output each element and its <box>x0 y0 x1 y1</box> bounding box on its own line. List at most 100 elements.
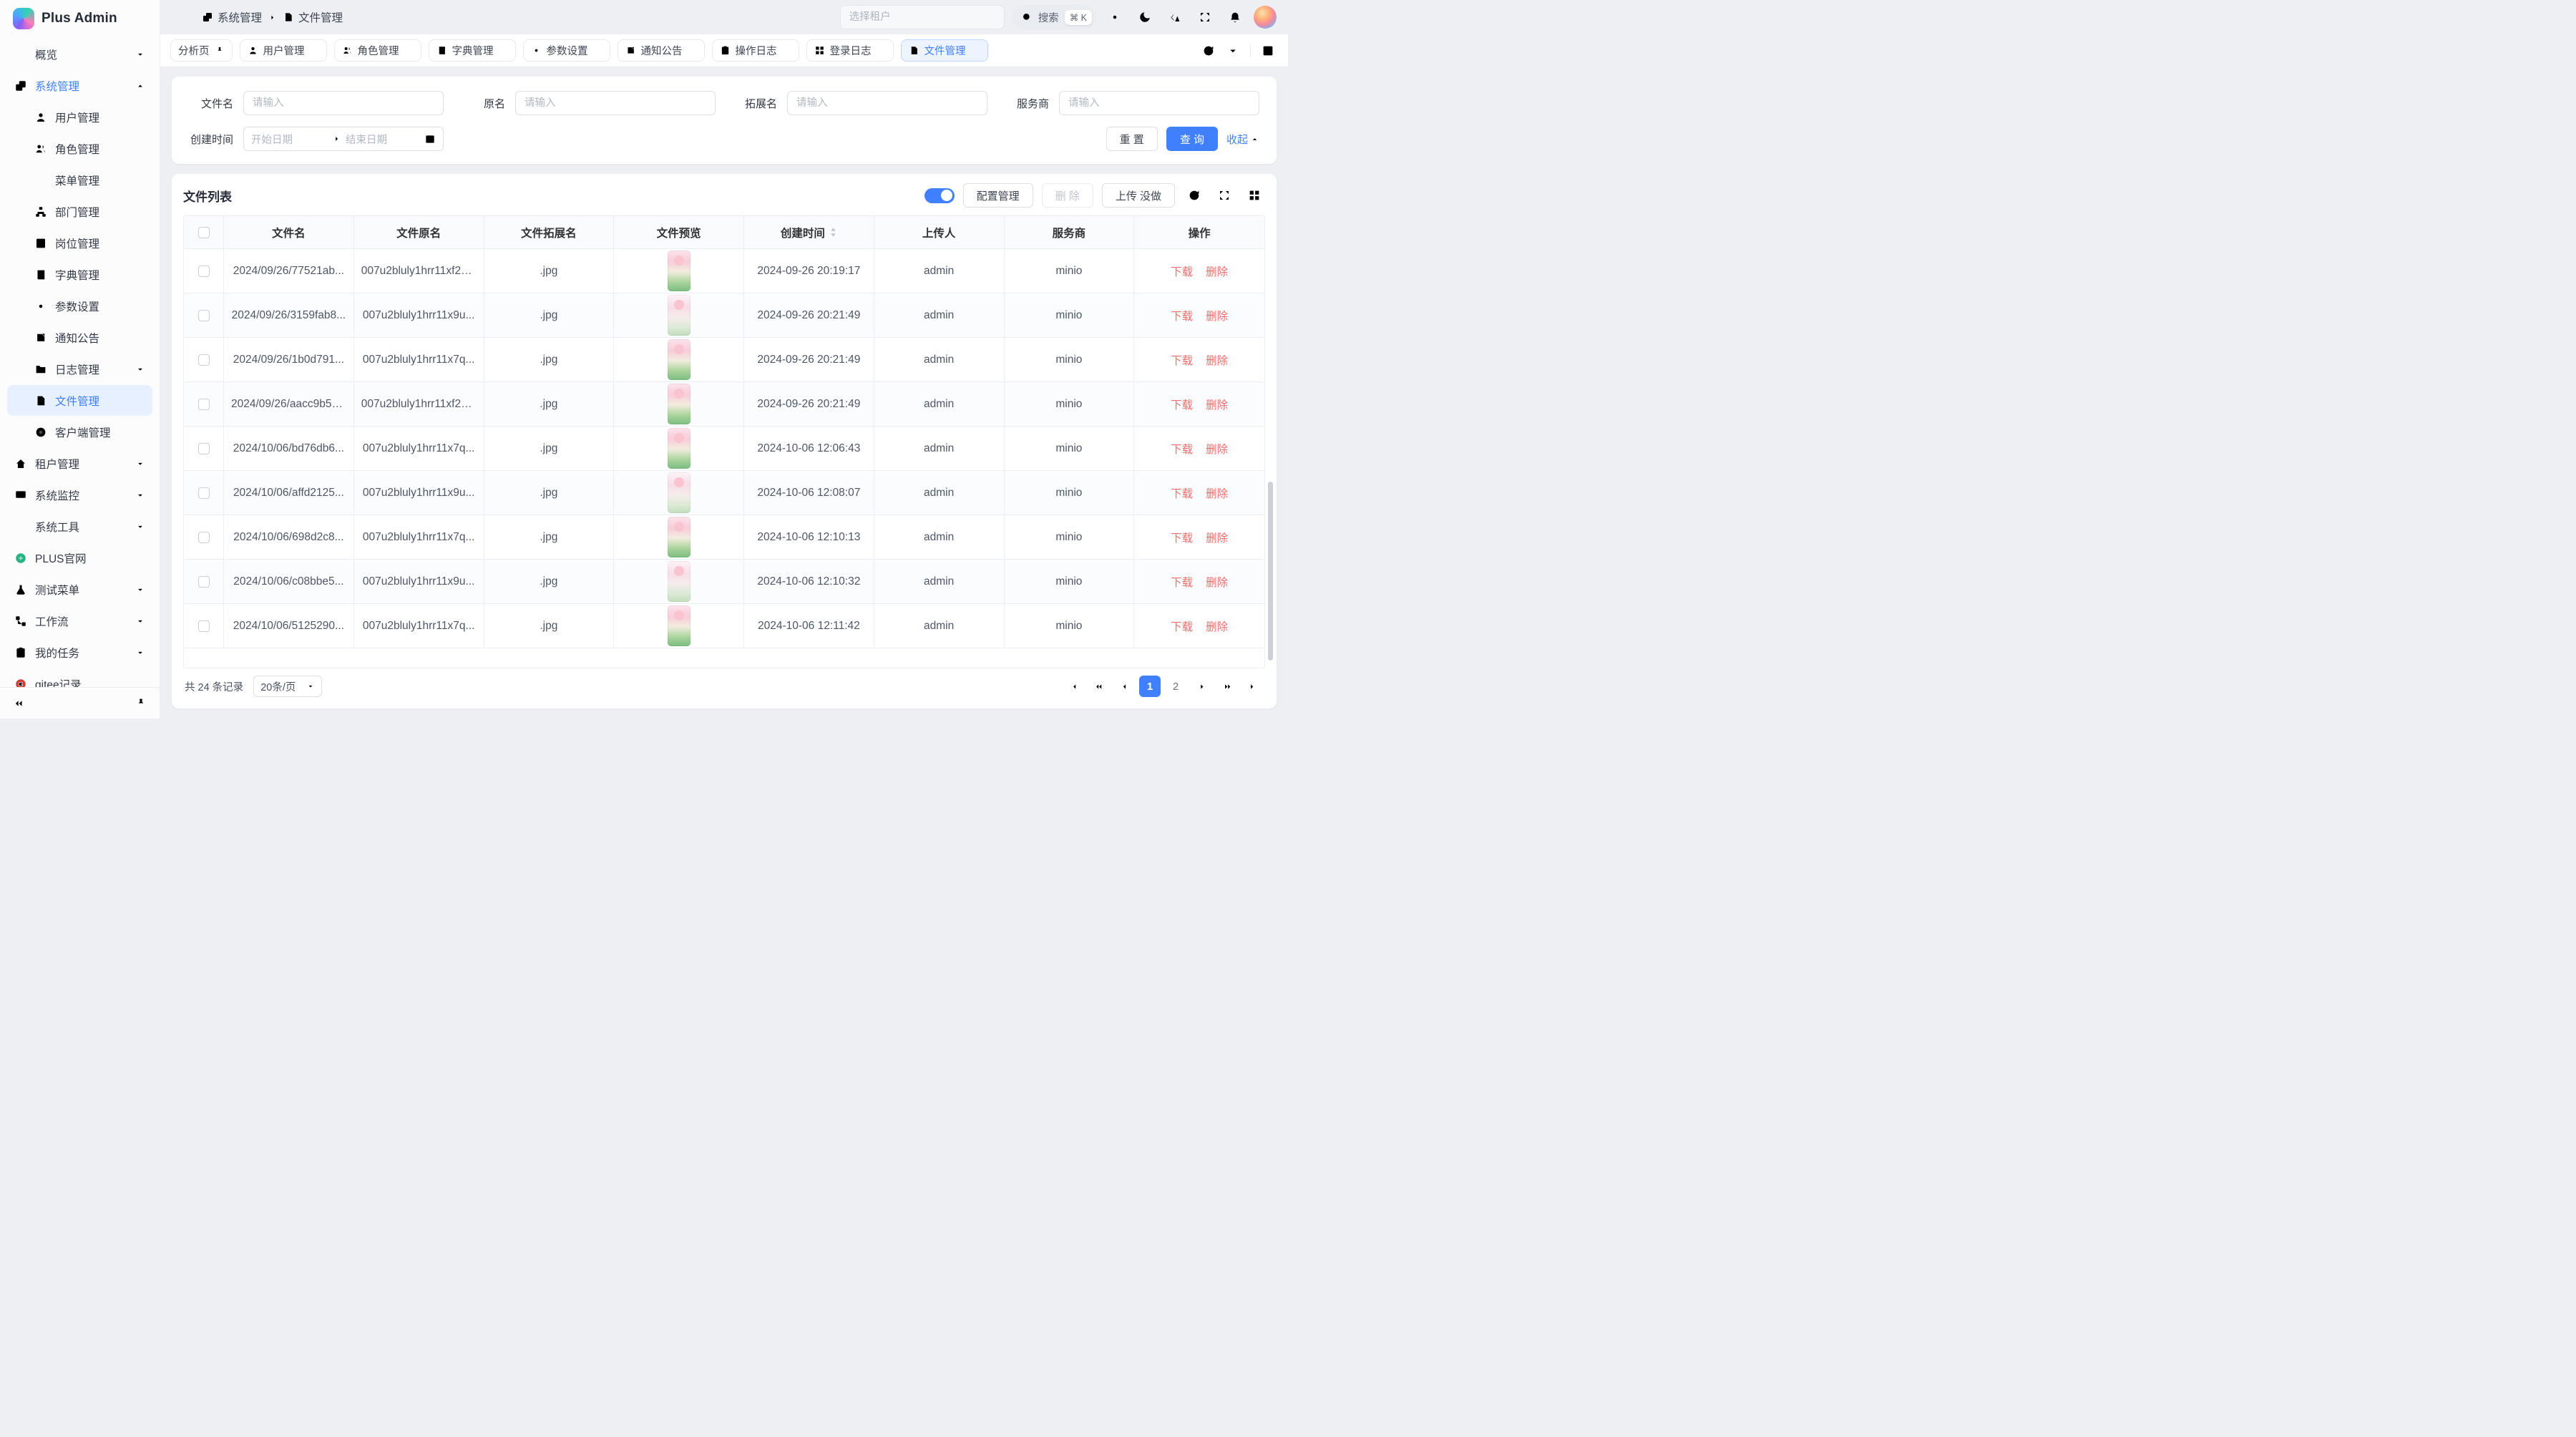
table-row[interactable]: 2024/10/06/bd76db6... 007u2bluly1hrr11x7… <box>184 427 1264 471</box>
row-checkbox[interactable] <box>198 620 210 632</box>
file-preview-thumbnail[interactable] <box>668 561 691 602</box>
toggle-menu-button[interactable] <box>172 6 195 29</box>
config-management-button[interactable]: 配置管理 <box>963 183 1033 208</box>
tab-close-icon[interactable] <box>782 46 791 55</box>
tab-close-icon[interactable] <box>593 46 602 55</box>
language-button[interactable] <box>1163 6 1186 29</box>
delete-link[interactable]: 删除 <box>1206 618 1228 634</box>
table-header-cell[interactable]: 上传人 <box>874 216 1005 248</box>
download-link[interactable]: 下载 <box>1171 618 1193 634</box>
table-row[interactable]: 2024/09/26/3159fab8... 007u2bluly1hrr11x… <box>184 293 1264 338</box>
download-link[interactable]: 下载 <box>1171 530 1193 545</box>
table-row[interactable]: 2024/10/06/5125290... 007u2bluly1hrr11x7… <box>184 604 1264 648</box>
last-page-button[interactable] <box>1242 676 1264 697</box>
row-checkbox[interactable] <box>198 399 210 410</box>
download-link[interactable]: 下载 <box>1171 263 1193 279</box>
download-link[interactable]: 下载 <box>1171 352 1193 368</box>
row-checkbox[interactable] <box>198 266 210 277</box>
tab-options-button[interactable] <box>1221 39 1244 62</box>
table-row[interactable]: 2024/10/06/698d2c8... 007u2bluly1hrr11x7… <box>184 515 1264 560</box>
collapse-filters-link[interactable]: 收起 <box>1226 132 1259 147</box>
column-settings-button[interactable] <box>1244 185 1265 206</box>
sidebar-item[interactable]: 用户管理 <box>7 102 152 132</box>
delete-link[interactable]: 删除 <box>1206 396 1228 412</box>
tab[interactable]: 用户管理 <box>240 39 327 62</box>
prev-page-button[interactable] <box>1113 676 1135 697</box>
collapse-sidebar-button[interactable] <box>7 692 30 715</box>
tab[interactable]: 操作日志 <box>712 39 799 62</box>
date-range-picker[interactable]: 开始日期 结束日期 <box>243 127 444 151</box>
delete-link[interactable]: 删除 <box>1206 485 1228 501</box>
layout-panel-button[interactable] <box>1257 39 1279 62</box>
table-header-cell[interactable]: 操作 <box>1134 216 1264 248</box>
filter-input[interactable] <box>1059 91 1259 115</box>
sidebar-item[interactable]: 角色管理 <box>7 133 152 164</box>
table-header-cell[interactable]: 文件原名 <box>354 216 484 248</box>
delete-link[interactable]: 删除 <box>1206 308 1228 323</box>
sidebar-item[interactable]: 客户端管理 <box>7 417 152 447</box>
tab-close-icon[interactable] <box>688 46 697 55</box>
sidebar-item[interactable]: 租户管理 <box>7 448 152 479</box>
tab-close-icon[interactable] <box>499 46 508 55</box>
sidebar-item[interactable]: 日志管理 <box>7 354 152 384</box>
sidebar-item[interactable]: 岗位管理 <box>7 228 152 258</box>
dark-mode-button[interactable] <box>1133 6 1156 29</box>
file-preview-thumbnail[interactable] <box>668 295 691 336</box>
first-page-button[interactable] <box>1062 676 1083 697</box>
query-button[interactable]: 查 询 <box>1166 127 1218 151</box>
file-preview-thumbnail[interactable] <box>668 384 691 424</box>
tab-close-icon[interactable] <box>877 46 886 55</box>
sidebar-item[interactable]: 字典管理 <box>7 259 152 290</box>
delete-link[interactable]: 删除 <box>1206 530 1228 545</box>
sidebar-item[interactable]: 工作流 <box>7 605 152 636</box>
delete-link[interactable]: 删除 <box>1206 441 1228 457</box>
download-link[interactable]: 下载 <box>1171 485 1193 501</box>
page-number-button[interactable]: 1 <box>1139 676 1161 697</box>
row-checkbox[interactable] <box>198 487 210 499</box>
sidebar-item[interactable]: 系统工具 <box>7 511 152 542</box>
page-size-select[interactable]: 20条/页 <box>253 676 322 697</box>
select-all-checkbox[interactable] <box>198 227 210 238</box>
tab-pin-icon[interactable] <box>215 46 225 56</box>
user-avatar[interactable] <box>1254 6 1277 29</box>
filter-input[interactable] <box>787 91 987 115</box>
delete-button[interactable]: 删 除 <box>1042 183 1093 208</box>
sidebar-item[interactable]: 文件管理 <box>7 385 152 416</box>
table-header-cell[interactable]: 创建时间 <box>744 216 874 248</box>
file-preview-thumbnail[interactable] <box>668 428 691 469</box>
download-link[interactable]: 下载 <box>1171 396 1193 412</box>
tab-close-icon[interactable] <box>971 46 980 55</box>
sidebar-item[interactable]: 系统管理 <box>7 70 152 101</box>
file-preview-thumbnail[interactable] <box>668 472 691 513</box>
tab[interactable]: 字典管理 <box>429 39 516 62</box>
table-fullscreen-button[interactable] <box>1214 185 1235 206</box>
tab[interactable]: 参数设置 <box>523 39 610 62</box>
row-checkbox[interactable] <box>198 354 210 366</box>
tab[interactable]: 分析页 <box>170 39 233 62</box>
filter-input[interactable] <box>515 91 716 115</box>
delete-link[interactable]: 删除 <box>1206 263 1228 279</box>
filter-input[interactable] <box>243 91 444 115</box>
table-header-cell[interactable]: 文件拓展名 <box>484 216 615 248</box>
refresh-table-button[interactable] <box>1184 185 1205 206</box>
settings-button[interactable] <box>1103 6 1126 29</box>
download-link[interactable]: 下载 <box>1171 574 1193 590</box>
table-header-cell[interactable]: 服务商 <box>1005 216 1135 248</box>
row-checkbox[interactable] <box>198 532 210 543</box>
file-preview-thumbnail[interactable] <box>668 605 691 646</box>
table-scrollbar[interactable] <box>1268 482 1273 661</box>
jump-back-button[interactable] <box>1088 676 1109 697</box>
delete-link[interactable]: 删除 <box>1206 574 1228 590</box>
sidebar-item[interactable]: 我的任务 <box>7 637 152 668</box>
row-checkbox[interactable] <box>198 310 210 321</box>
table-row[interactable]: 2024/10/06/affd2125... 007u2bluly1hrr11x… <box>184 471 1264 515</box>
table-header-cell[interactable]: 文件名 <box>224 216 354 248</box>
file-preview-thumbnail[interactable] <box>668 517 691 557</box>
pin-sidebar-button[interactable] <box>130 692 152 715</box>
sidebar-item[interactable]: 测试菜单 <box>7 574 152 605</box>
file-preview-thumbnail[interactable] <box>668 250 691 291</box>
table-mode-toggle[interactable] <box>924 188 955 203</box>
download-link[interactable]: 下载 <box>1171 441 1193 457</box>
notifications-button[interactable] <box>1224 6 1246 29</box>
fullscreen-button[interactable] <box>1194 6 1216 29</box>
